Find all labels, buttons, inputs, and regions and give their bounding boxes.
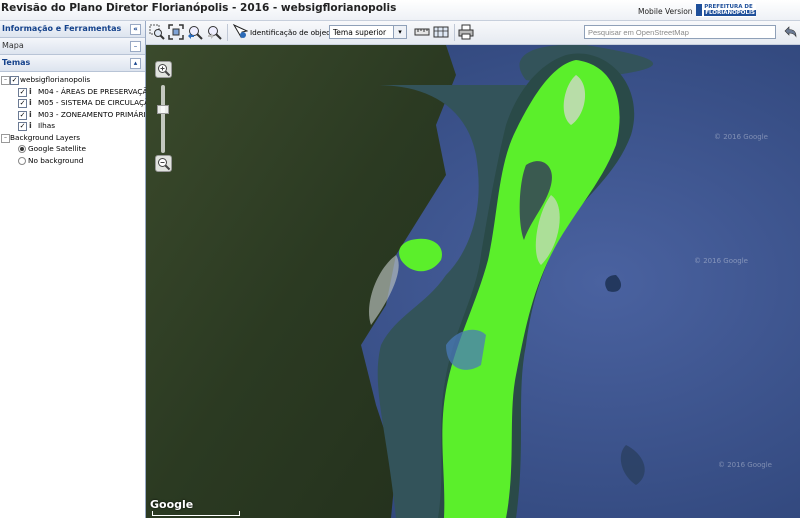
scale-bar bbox=[152, 511, 240, 516]
back-arrow-icon[interactable] bbox=[782, 24, 798, 40]
layer-m05-label: M05 - SISTEMA DE CIRCULAÇÃ bbox=[38, 98, 150, 107]
tree-background-layers[interactable]: – Background Layers bbox=[0, 132, 145, 144]
google-satellite-label: Google Satellite bbox=[28, 144, 86, 153]
map-watermark: © 2016 Google bbox=[714, 133, 768, 141]
chevron-down-icon[interactable]: ▾ bbox=[393, 26, 406, 38]
layer-item-m05[interactable]: ✓ i M05 - SISTEMA DE CIRCULAÇÃ bbox=[0, 97, 149, 109]
layer-item-m03[interactable]: ✓ i M03 - ZONEAMENTO PRIMÁRI bbox=[0, 109, 146, 121]
collapse-temas-icon[interactable]: ▴ bbox=[130, 58, 141, 69]
measure-line-icon[interactable] bbox=[414, 24, 430, 40]
layer-ilhas-checkbox[interactable]: ✓ bbox=[18, 122, 27, 131]
layer-m03-checkbox[interactable]: ✓ bbox=[18, 110, 27, 120]
map-watermark: © 2016 Google bbox=[718, 461, 772, 469]
mobile-version-link[interactable]: Mobile Version bbox=[638, 7, 693, 16]
mapa-panel-title: Mapa bbox=[2, 41, 24, 50]
mapa-panel-header[interactable]: Mapa – bbox=[0, 38, 145, 55]
layer-ilhas-label: Ilhas bbox=[38, 121, 56, 130]
google-logo: Google bbox=[150, 498, 194, 511]
map-toolbar: Identificação de objectos: Tema superior… bbox=[146, 21, 800, 45]
collapse-background-icon[interactable]: – bbox=[1, 133, 10, 143]
zoom-extent-icon[interactable] bbox=[168, 24, 184, 40]
google-satellite-radio[interactable] bbox=[18, 145, 26, 153]
temas-panel-header[interactable]: Temas ▴ bbox=[0, 55, 145, 72]
layer-m05-info-icon[interactable]: i bbox=[29, 99, 34, 107]
osm-search-input[interactable] bbox=[584, 25, 776, 39]
layer-item-ilhas[interactable]: ✓ i Ilhas bbox=[0, 120, 145, 132]
identify-mode-value: Tema superior bbox=[333, 28, 387, 37]
measure-area-icon[interactable] bbox=[433, 24, 449, 40]
layer-m04-info-icon[interactable]: i bbox=[29, 87, 34, 96]
background-option-google-satellite[interactable]: Google Satellite bbox=[0, 143, 145, 155]
map-view[interactable]: © 2016 Google © 2016 Google © 2016 Googl… bbox=[146, 45, 800, 518]
tree-root-websigflorianopolis[interactable]: – ✓ websigflorianopolis bbox=[0, 74, 145, 86]
collapse-mapa-icon[interactable]: – bbox=[130, 41, 141, 52]
zoom-next-icon[interactable] bbox=[206, 24, 222, 40]
zoom-box-icon[interactable] bbox=[149, 24, 165, 40]
background-option-none[interactable]: No background bbox=[0, 155, 145, 167]
zoom-in-icon bbox=[158, 64, 171, 77]
zoom-in-button[interactable] bbox=[155, 61, 172, 78]
collapse-sidebar-icon[interactable]: « bbox=[130, 24, 141, 35]
zoom-out-button[interactable] bbox=[155, 155, 172, 172]
prefeitura-logo: PREFEITURA DE FLORIANÓPOLIS bbox=[696, 3, 756, 17]
zoom-previous-icon[interactable] bbox=[187, 24, 203, 40]
temas-panel-title: Temas bbox=[2, 58, 31, 67]
zoom-slider-track[interactable] bbox=[161, 85, 165, 153]
layer-m04-label: M04 - ÁREAS DE PRESERVAÇÃ bbox=[38, 86, 148, 96]
layer-m05-checkbox[interactable]: ✓ bbox=[18, 99, 27, 108]
toolbar-separator bbox=[227, 24, 228, 41]
satellite-map-canvas[interactable] bbox=[146, 45, 800, 518]
zoom-out-icon bbox=[158, 158, 171, 171]
layer-m03-info-icon[interactable]: i bbox=[29, 110, 34, 119]
zoom-slider-handle[interactable] bbox=[157, 105, 169, 114]
no-background-radio[interactable] bbox=[18, 156, 26, 165]
sidebar: Informação e Ferramentas « Mapa – Temas … bbox=[0, 21, 149, 518]
logo-emblem-icon bbox=[696, 4, 703, 16]
layer-ilhas-info-icon[interactable]: i bbox=[29, 122, 34, 130]
collapse-root-icon[interactable]: – bbox=[1, 76, 10, 85]
logo-line2: FLORIANÓPOLIS bbox=[704, 10, 756, 16]
print-icon[interactable] bbox=[458, 24, 474, 40]
info-tools-panel-header[interactable]: Informação e Ferramentas « bbox=[0, 21, 145, 38]
layer-m04-checkbox[interactable]: ✓ bbox=[18, 87, 27, 97]
app-header: Revisão do Plano Diretor Florianópolis -… bbox=[0, 0, 800, 21]
layer-m03-label: M03 - ZONEAMENTO PRIMÁRI bbox=[38, 109, 146, 119]
root-checkbox[interactable]: ✓ bbox=[10, 76, 19, 85]
toolbar-separator bbox=[454, 24, 455, 41]
background-layers-label: Background Layers bbox=[10, 132, 80, 142]
info-tools-panel-title: Informação e Ferramentas bbox=[2, 24, 122, 33]
identify-mode-select[interactable]: Tema superior ▾ bbox=[329, 25, 407, 39]
layer-tree: – ✓ websigflorianopolis ✓ i M04 - ÁREAS … bbox=[0, 72, 149, 167]
layer-item-m04[interactable]: ✓ i M04 - ÁREAS DE PRESERVAÇÃ bbox=[0, 86, 148, 98]
no-background-label: No background bbox=[28, 155, 84, 165]
app-title: Revisão do Plano Diretor Florianópolis -… bbox=[1, 2, 397, 14]
root-label: websigflorianopolis bbox=[20, 75, 91, 84]
identify-icon[interactable] bbox=[232, 24, 248, 40]
map-watermark: © 2016 Google bbox=[694, 257, 748, 265]
